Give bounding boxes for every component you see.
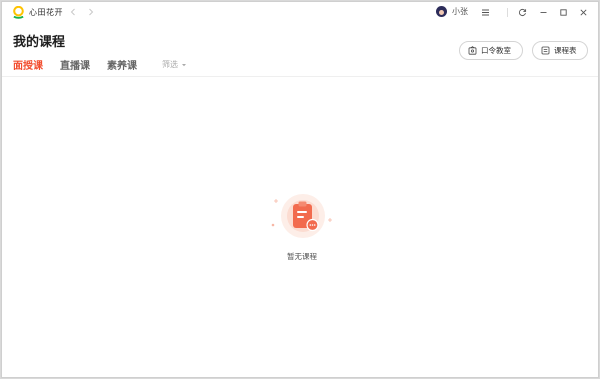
chevron-right-icon	[89, 8, 94, 16]
classroom-icon	[468, 46, 477, 55]
nav-arrows	[68, 7, 96, 17]
brand: 心田花开	[12, 6, 63, 19]
filter-dropdown[interactable]: 筛选	[162, 59, 187, 70]
header-divider	[2, 76, 598, 77]
user-menu[interactable]: 小张	[436, 6, 468, 17]
user-name: 小张	[452, 7, 468, 16]
schedule-label: 课程表	[554, 46, 577, 55]
schedule-button[interactable]: 课程表	[532, 41, 588, 60]
app-name: 心田花开	[29, 8, 63, 17]
close-icon	[579, 8, 587, 16]
empty-state-text: 暂无课程	[287, 252, 317, 261]
maximize-icon	[559, 8, 567, 16]
caret-down-icon	[182, 63, 186, 66]
tab-live[interactable]: 直播课	[60, 57, 90, 72]
app-window: 心田花开 小张 我的课程 口令教室 课程表 面授课 直播课 素养课 筛选 暂无课…	[1, 1, 599, 378]
forward-button[interactable]	[86, 7, 96, 17]
chevron-left-icon	[70, 8, 75, 16]
titlebar-divider	[507, 8, 508, 17]
back-button[interactable]	[68, 7, 78, 17]
avatar	[436, 6, 447, 17]
page-title: 我的课程	[13, 35, 66, 50]
menu-button[interactable]	[479, 6, 491, 18]
maximize-button[interactable]	[557, 6, 569, 18]
tab-literacy[interactable]: 素养课	[107, 57, 137, 72]
minimize-button[interactable]	[537, 6, 549, 18]
clipboard-icon	[271, 194, 332, 238]
title-bar: 心田花开 小张	[2, 2, 598, 24]
refresh-button[interactable]	[516, 6, 528, 18]
app-logo	[13, 6, 24, 19]
code-classroom-button[interactable]: 口令教室	[459, 41, 523, 60]
filter-label: 筛选	[162, 60, 178, 69]
calendar-list-icon	[541, 46, 550, 55]
tab-face-to-face[interactable]: 面授课	[13, 57, 43, 72]
close-button[interactable]	[577, 6, 589, 18]
refresh-icon	[518, 8, 526, 16]
code-classroom-label: 口令教室	[481, 46, 511, 55]
course-tabs: 面授课 直播课 素养课 筛选	[13, 57, 187, 72]
minimize-icon	[540, 11, 546, 13]
hamburger-icon	[481, 9, 489, 15]
empty-state: 暂无课程	[270, 192, 334, 272]
